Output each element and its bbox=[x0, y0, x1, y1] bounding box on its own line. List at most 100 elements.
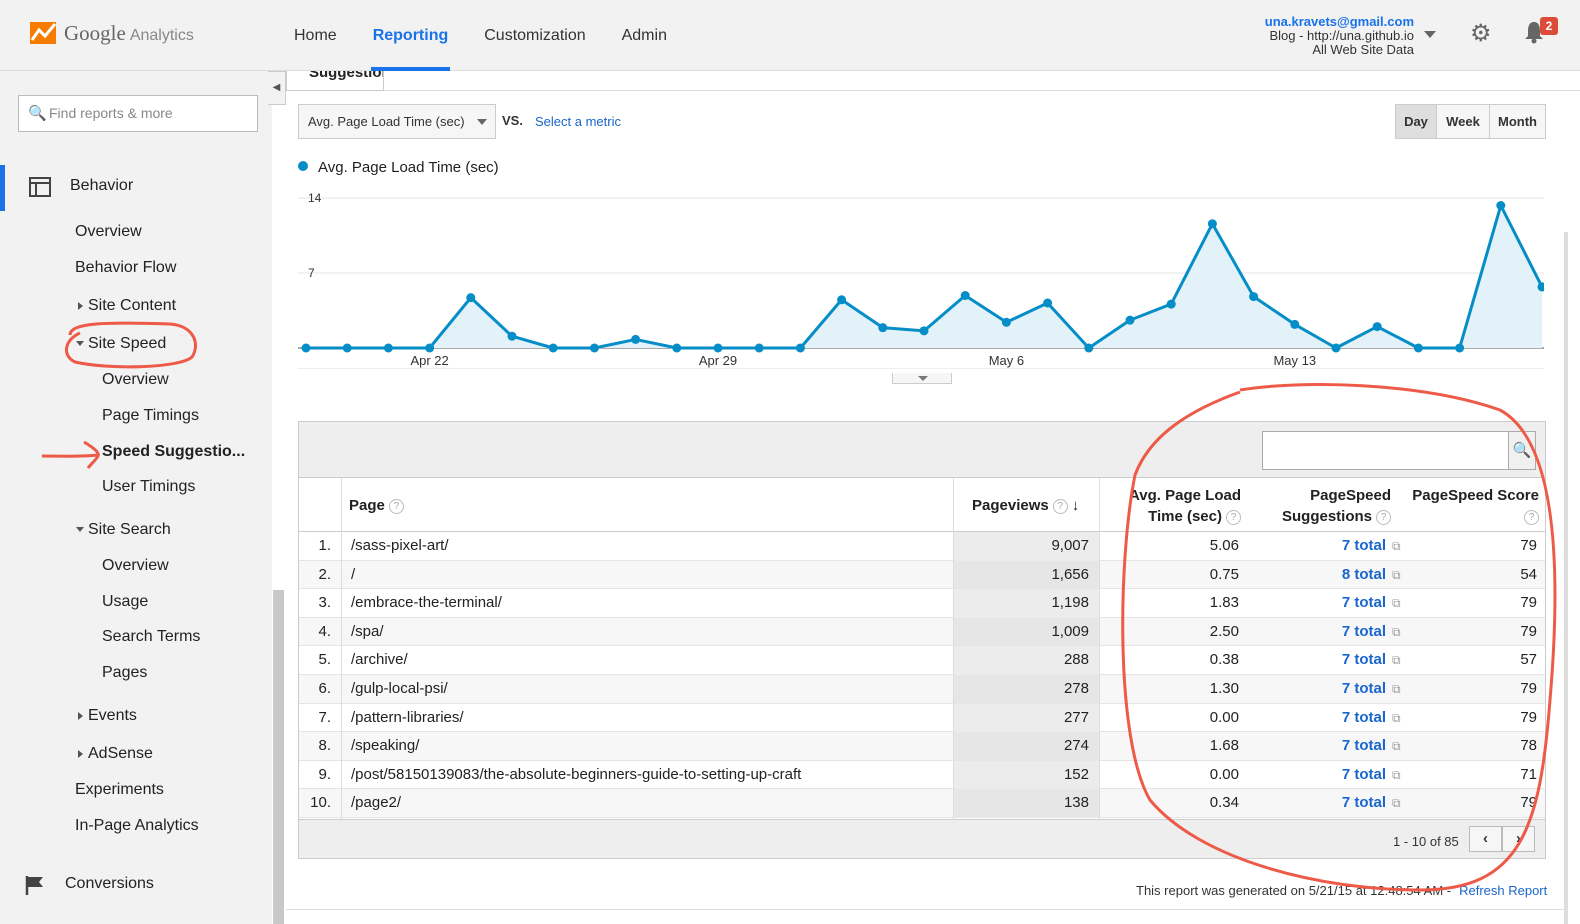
external-link-icon[interactable]: ⧉ bbox=[1392, 646, 1408, 675]
main-scrollbar[interactable] bbox=[1564, 232, 1568, 924]
suggestions-link[interactable]: 7 total bbox=[1299, 761, 1386, 790]
suggestions-link[interactable]: 7 total bbox=[1299, 789, 1386, 818]
page-path-link[interactable]: /sass-pixel-art/ bbox=[351, 532, 449, 561]
period-month-button[interactable]: Month bbox=[1489, 105, 1545, 138]
sidebar-item-site-speed[interactable]: Site Speed bbox=[76, 335, 166, 353]
sidebar-section-conversions[interactable]: Conversions bbox=[0, 863, 272, 909]
logo-brand: Google bbox=[64, 20, 126, 45]
next-page-button[interactable]: › bbox=[1502, 826, 1535, 852]
help-icon[interactable]: ? bbox=[1376, 510, 1391, 525]
suggestions-link[interactable]: 7 total bbox=[1299, 532, 1386, 561]
refresh-report-link[interactable]: Refresh Report bbox=[1459, 883, 1547, 898]
sidebar-item-site-speed-overview[interactable]: Overview bbox=[102, 371, 169, 389]
sidebar-item-search-terms[interactable]: Search Terms bbox=[102, 628, 200, 646]
external-link-icon[interactable]: ⧉ bbox=[1392, 675, 1408, 704]
external-link-icon[interactable]: ⧉ bbox=[1392, 532, 1408, 561]
suggestions-link[interactable]: 7 total bbox=[1299, 618, 1386, 647]
period-day-button[interactable]: Day bbox=[1396, 105, 1436, 138]
external-link-icon[interactable]: ⧉ bbox=[1392, 789, 1408, 818]
help-icon[interactable]: ? bbox=[388, 499, 404, 514]
avg-load-time-value: 0.75 bbox=[1209, 565, 1239, 583]
chart-collapse-toggle[interactable] bbox=[892, 373, 952, 384]
column-header-avg-page-load-time[interactable]: Avg. Page Load Time (sec)? bbox=[1125, 485, 1241, 539]
external-link-icon[interactable]: ⧉ bbox=[1392, 732, 1408, 761]
suggestions-link[interactable]: 7 total bbox=[1299, 646, 1386, 675]
sidebar-item-in-page-analytics[interactable]: In-Page Analytics bbox=[75, 817, 199, 835]
nav-customization[interactable]: Customization bbox=[470, 0, 599, 71]
column-header-pagespeed-suggestions[interactable]: PageSpeed Suggestions? bbox=[1261, 485, 1391, 539]
sort-desc-icon[interactable]: ↓ bbox=[1072, 497, 1080, 514]
pageviews-value: 9,007 bbox=[953, 532, 1099, 561]
sidebar-item-site-search-overview[interactable]: Overview bbox=[102, 557, 169, 575]
gear-icon[interactable]: ⚙ bbox=[1470, 22, 1492, 46]
sidebar-item-overview[interactable]: Overview bbox=[75, 223, 142, 241]
account-selector[interactable]: una.kravets@gmail.com Blog - http://una.… bbox=[1265, 15, 1414, 57]
avg-load-time-value: 0.38 bbox=[1209, 651, 1239, 669]
page-path-link[interactable]: /speaking/ bbox=[351, 732, 419, 761]
account-email: una.kravets@gmail.com bbox=[1264, 14, 1414, 29]
select-metric-link[interactable]: Select a metric bbox=[535, 114, 621, 129]
help-icon[interactable]: ? bbox=[1226, 510, 1241, 525]
sidebar-item-user-timings[interactable]: User Timings bbox=[102, 478, 195, 496]
prev-page-button[interactable]: ‹ bbox=[1469, 826, 1502, 852]
external-link-icon[interactable]: ⧉ bbox=[1392, 761, 1408, 790]
sidebar-item-pages[interactable]: Pages bbox=[102, 664, 147, 682]
nav-reporting[interactable]: Reporting bbox=[359, 0, 463, 71]
suggestions-link[interactable]: 7 total bbox=[1299, 704, 1386, 733]
sidebar-item-site-search[interactable]: Site Search bbox=[76, 521, 171, 539]
find-reports-input[interactable]: 🔍 Find reports & more bbox=[18, 95, 258, 132]
page-path-link[interactable]: / bbox=[351, 561, 355, 590]
row-index: 7. bbox=[318, 708, 331, 726]
google-analytics-logo[interactable]: Google Analytics bbox=[30, 20, 194, 46]
metric-select[interactable]: Avg. Page Load Time (sec) bbox=[298, 104, 496, 139]
nav-admin[interactable]: Admin bbox=[608, 0, 681, 71]
suggestions-link[interactable]: 7 total bbox=[1299, 732, 1386, 761]
data-point bbox=[878, 323, 888, 333]
sidebar-scrollbar[interactable] bbox=[273, 590, 284, 924]
row-index: 5. bbox=[318, 651, 331, 669]
page-path-link[interactable]: /post/58150139083/the-absolute-beginners… bbox=[351, 761, 801, 790]
row-index: 10. bbox=[310, 794, 331, 812]
pagespeed-score-value: 71 bbox=[1520, 765, 1537, 783]
page-path-link[interactable]: /pattern-libraries/ bbox=[351, 704, 464, 733]
page-path-link[interactable]: /spa/ bbox=[351, 618, 384, 647]
pageviews-value: 1,198 bbox=[953, 589, 1099, 618]
column-header-pagespeed-score[interactable]: PageSpeed Score? bbox=[1404, 485, 1539, 539]
sidebar-collapse-button[interactable]: ◀ bbox=[268, 71, 286, 105]
notification-badge[interactable]: 2 bbox=[1540, 17, 1558, 35]
sidebar-section-behavior[interactable]: Behavior bbox=[0, 165, 272, 211]
suggestions-link[interactable]: 7 total bbox=[1299, 589, 1386, 618]
help-icon[interactable]: ? bbox=[1052, 499, 1068, 514]
page-path-link[interactable]: /page2/ bbox=[351, 789, 401, 818]
data-point bbox=[301, 343, 311, 353]
sidebar-item-speed-suggestions[interactable]: Speed Suggestio... bbox=[102, 443, 245, 461]
tab-suggestions[interactable]: Suggestions bbox=[286, 71, 384, 91]
sidebar-item-page-timings[interactable]: Page Timings bbox=[102, 407, 199, 425]
sidebar-item-site-content[interactable]: Site Content bbox=[78, 297, 176, 315]
external-link-icon[interactable]: ⧉ bbox=[1392, 618, 1408, 647]
suggestions-link[interactable]: 8 total bbox=[1299, 561, 1386, 590]
search-icon[interactable]: 🔍 bbox=[1508, 431, 1536, 470]
account-dropdown-icon[interactable] bbox=[1424, 31, 1436, 38]
report-generated-text: This report was generated on 5/21/15 at … bbox=[1136, 883, 1452, 898]
period-week-button[interactable]: Week bbox=[1436, 105, 1489, 138]
avg-load-time-value: 0.34 bbox=[1209, 794, 1239, 812]
external-link-icon[interactable]: ⧉ bbox=[1392, 704, 1408, 733]
sidebar-item-usage[interactable]: Usage bbox=[102, 593, 148, 611]
page-path-link[interactable]: /embrace-the-terminal/ bbox=[351, 589, 502, 618]
pageviews-value: 1,009 bbox=[953, 617, 1099, 647]
page-path-link[interactable]: /gulp-local-psi/ bbox=[351, 675, 448, 704]
nav-home[interactable]: Home bbox=[280, 0, 351, 71]
external-link-icon[interactable]: ⧉ bbox=[1392, 561, 1408, 590]
help-icon[interactable]: ? bbox=[1524, 510, 1539, 525]
sidebar-item-behavior-flow[interactable]: Behavior Flow bbox=[75, 259, 176, 277]
column-divider bbox=[1099, 478, 1100, 819]
pagespeed-score-value: 79 bbox=[1520, 537, 1537, 554]
sidebar-item-experiments[interactable]: Experiments bbox=[75, 781, 164, 799]
page-path-link[interactable]: /archive/ bbox=[351, 646, 408, 675]
table-search-input[interactable] bbox=[1262, 431, 1509, 470]
sidebar-item-adsense[interactable]: AdSense bbox=[78, 745, 153, 763]
external-link-icon[interactable]: ⧉ bbox=[1392, 589, 1408, 618]
sidebar-item-events[interactable]: Events bbox=[78, 707, 137, 725]
suggestions-link[interactable]: 7 total bbox=[1299, 675, 1386, 704]
